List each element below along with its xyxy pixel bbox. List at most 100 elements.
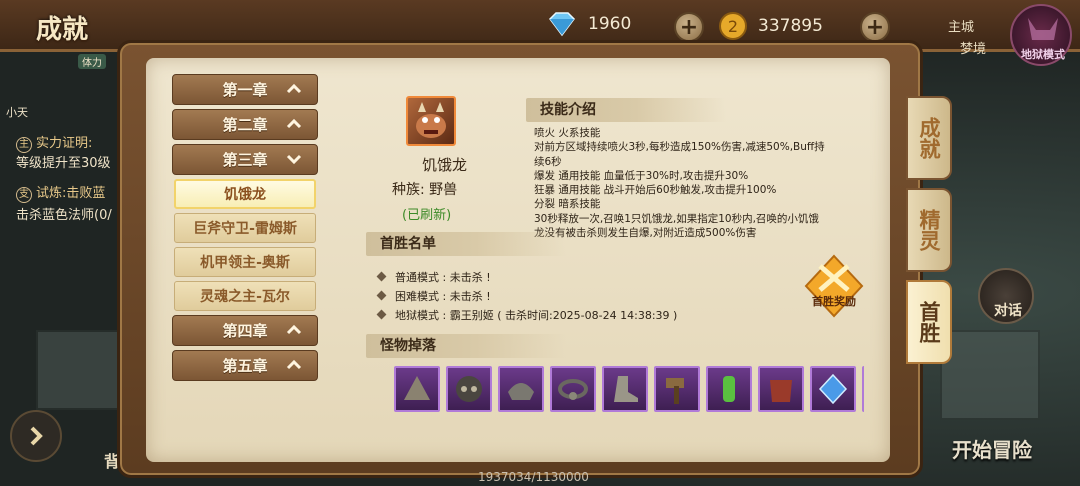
expand-menu-button[interactable]	[10, 410, 62, 462]
gold-coin-icon: 2	[719, 12, 747, 40]
drop-slot[interactable]	[758, 366, 804, 412]
side-quest-desc: 击杀蓝色法师(0/	[16, 208, 112, 223]
first-win-reward-button[interactable]: 首胜奖励	[798, 250, 870, 322]
first-win-text: 地狱模式 : 霸王别姬 ( 击杀时间:2025-08-24 14:38:39 )	[395, 308, 678, 322]
first-win-text: 普通模式 : 未击杀 !	[395, 270, 491, 284]
main-quest-tag: 主	[16, 137, 32, 153]
bullet-icon	[376, 271, 387, 282]
red-armor-icon	[770, 380, 792, 402]
chapter-1[interactable]: 第一章	[172, 74, 318, 105]
bullet-icon	[376, 290, 387, 301]
reward-label: 首胜奖励	[812, 295, 856, 308]
dream-label: 梦境	[960, 42, 987, 57]
skill-line: 爆发 通用技能 血量低于30%时,攻击提升30%	[534, 169, 749, 182]
drop-slot[interactable]	[550, 366, 596, 412]
boss-item[interactable]: 巨斧守卫-雷姆斯	[174, 213, 316, 243]
refresh-status: (已刷新)	[402, 208, 452, 223]
diamond-icon	[549, 12, 575, 37]
side-quest-name: 试炼:击败蓝	[36, 186, 106, 201]
skill-line: 分裂 暗系技能	[534, 198, 601, 211]
city-label: 主城	[948, 20, 975, 35]
chevron-up-icon	[286, 83, 302, 94]
chapter-label: 第二章	[222, 116, 268, 134]
first-win-row: 地狱模式 : 霸王别姬 ( 击杀时间:2025-08-24 14:38:39 )	[376, 305, 678, 324]
bullet-icon	[376, 309, 387, 320]
skill-line: 30秒释放一次,召唤1只饥饿龙,如果指定10秒内,召唤的小饥饿	[534, 212, 819, 225]
skill-line: 喷火 火系技能	[534, 127, 601, 139]
quest-tracker: 体力 小天 主实力证明: 等级提升至30级 支试炼:击败蓝 击杀蓝色法师(0/	[0, 52, 120, 452]
drop-slot[interactable]	[602, 366, 648, 412]
boot-icon	[614, 376, 638, 402]
gem-count: 1960	[588, 14, 632, 34]
first-win-row: 普通模式 : 未击杀 !	[376, 267, 677, 286]
add-gold-button[interactable]: +	[860, 12, 890, 42]
drop-slot[interactable]	[810, 366, 856, 412]
boss-detail: 饥饿龙 种族: 野兽 (已刷新) 技能介绍 喷火 火系技能 对前方区域持续喷火3…	[336, 74, 886, 454]
boss-item[interactable]: 机甲领主-奥斯	[174, 247, 316, 277]
skull-helmet-icon	[456, 376, 482, 402]
drops-header: 怪物掉落	[366, 334, 566, 358]
boss-item[interactable]: 灵魂之主-瓦尔	[174, 281, 316, 311]
skill-line: 续6秒	[534, 155, 562, 168]
skill-line: 狂暴 通用技能 战斗开始后60秒触发,攻击提升100%	[534, 184, 777, 197]
gem-counter: 1960	[546, 11, 631, 37]
first-win-row: 困难模式 : 未击杀 !	[376, 286, 677, 305]
boss-item[interactable]: 饥饿龙	[174, 179, 316, 209]
add-gems-button[interactable]: +	[674, 12, 704, 42]
stamina-label: 体力	[78, 54, 106, 69]
tab-first-win[interactable]: 首胜	[906, 280, 952, 364]
chevron-up-icon	[286, 118, 302, 129]
skills-header: 技能介绍	[526, 98, 726, 122]
chapter-label: 第一章	[222, 81, 268, 99]
demon-icon	[1028, 18, 1058, 40]
start-adventure-button[interactable]: 开始冒险	[952, 434, 1032, 463]
chapter-label: 第四章	[222, 322, 268, 340]
chapter-label: 第五章	[222, 357, 268, 375]
monster-race: 种族: 野兽	[392, 182, 458, 198]
gold-count: 337895	[758, 16, 823, 36]
player-name: 小天	[6, 106, 28, 119]
first-win-header: 首胜名单	[366, 232, 566, 256]
chat-label: 对话	[994, 303, 1022, 319]
monster-name: 饥饿龙	[422, 156, 468, 174]
chapter-5[interactable]: 第五章	[172, 350, 318, 381]
main-quest-title[interactable]: 主实力证明:	[16, 132, 92, 153]
main-quest-name: 实力证明:	[36, 136, 93, 151]
drop-list	[394, 366, 864, 412]
tab-achievement[interactable]: 成就	[906, 96, 952, 180]
side-quest-title[interactable]: 支试炼:击败蓝	[16, 182, 105, 203]
tab-label: 首胜	[917, 301, 941, 343]
svg-text:2: 2	[728, 17, 738, 36]
first-win-text: 困难模式 : 未击杀 !	[395, 289, 491, 303]
stone-shard-icon	[404, 376, 430, 400]
chapter-label: 第三章	[222, 151, 268, 169]
chapter-4[interactable]: 第四章	[172, 315, 318, 346]
hell-mode-button[interactable]: 地狱模式	[1010, 4, 1072, 66]
green-potion-icon	[723, 376, 735, 402]
chapter-2[interactable]: 第二章	[172, 109, 318, 140]
tab-spirit[interactable]: 精灵	[906, 188, 952, 272]
drop-slot[interactable]	[394, 366, 440, 412]
tab-label: 精灵	[917, 209, 941, 251]
skill-line: 龙没有被击杀则发生自爆,对附近造成500%伤害	[534, 227, 757, 240]
drop-slot[interactable]	[654, 366, 700, 412]
pauldron-icon	[508, 383, 534, 400]
exp-counter: 1937034/1130000	[478, 470, 589, 484]
skill-line: 对前方区域持续喷火3秒,每秒造成150%伤害,减速50%,Buff持	[534, 141, 825, 154]
drop-slot[interactable]	[446, 366, 492, 412]
drop-slot[interactable]	[498, 366, 544, 412]
chevron-up-icon	[286, 359, 302, 370]
ground-tile	[940, 330, 1040, 420]
chevron-up-icon	[286, 324, 302, 335]
chat-button[interactable]: 对话	[978, 268, 1034, 324]
gold-counter: 2 337895	[718, 11, 823, 41]
tab-label: 成就	[917, 117, 941, 159]
side-quest-tag: 支	[16, 187, 32, 203]
chevron-right-icon	[30, 426, 43, 446]
chapter-3[interactable]: 第三章	[172, 144, 318, 175]
hell-mode-label: 地狱模式	[1021, 48, 1065, 61]
drop-slot[interactable]	[862, 366, 864, 412]
main-quest-desc: 等级提升至30级	[16, 156, 111, 171]
drop-slot[interactable]	[706, 366, 752, 412]
monster-portrait	[406, 96, 456, 146]
